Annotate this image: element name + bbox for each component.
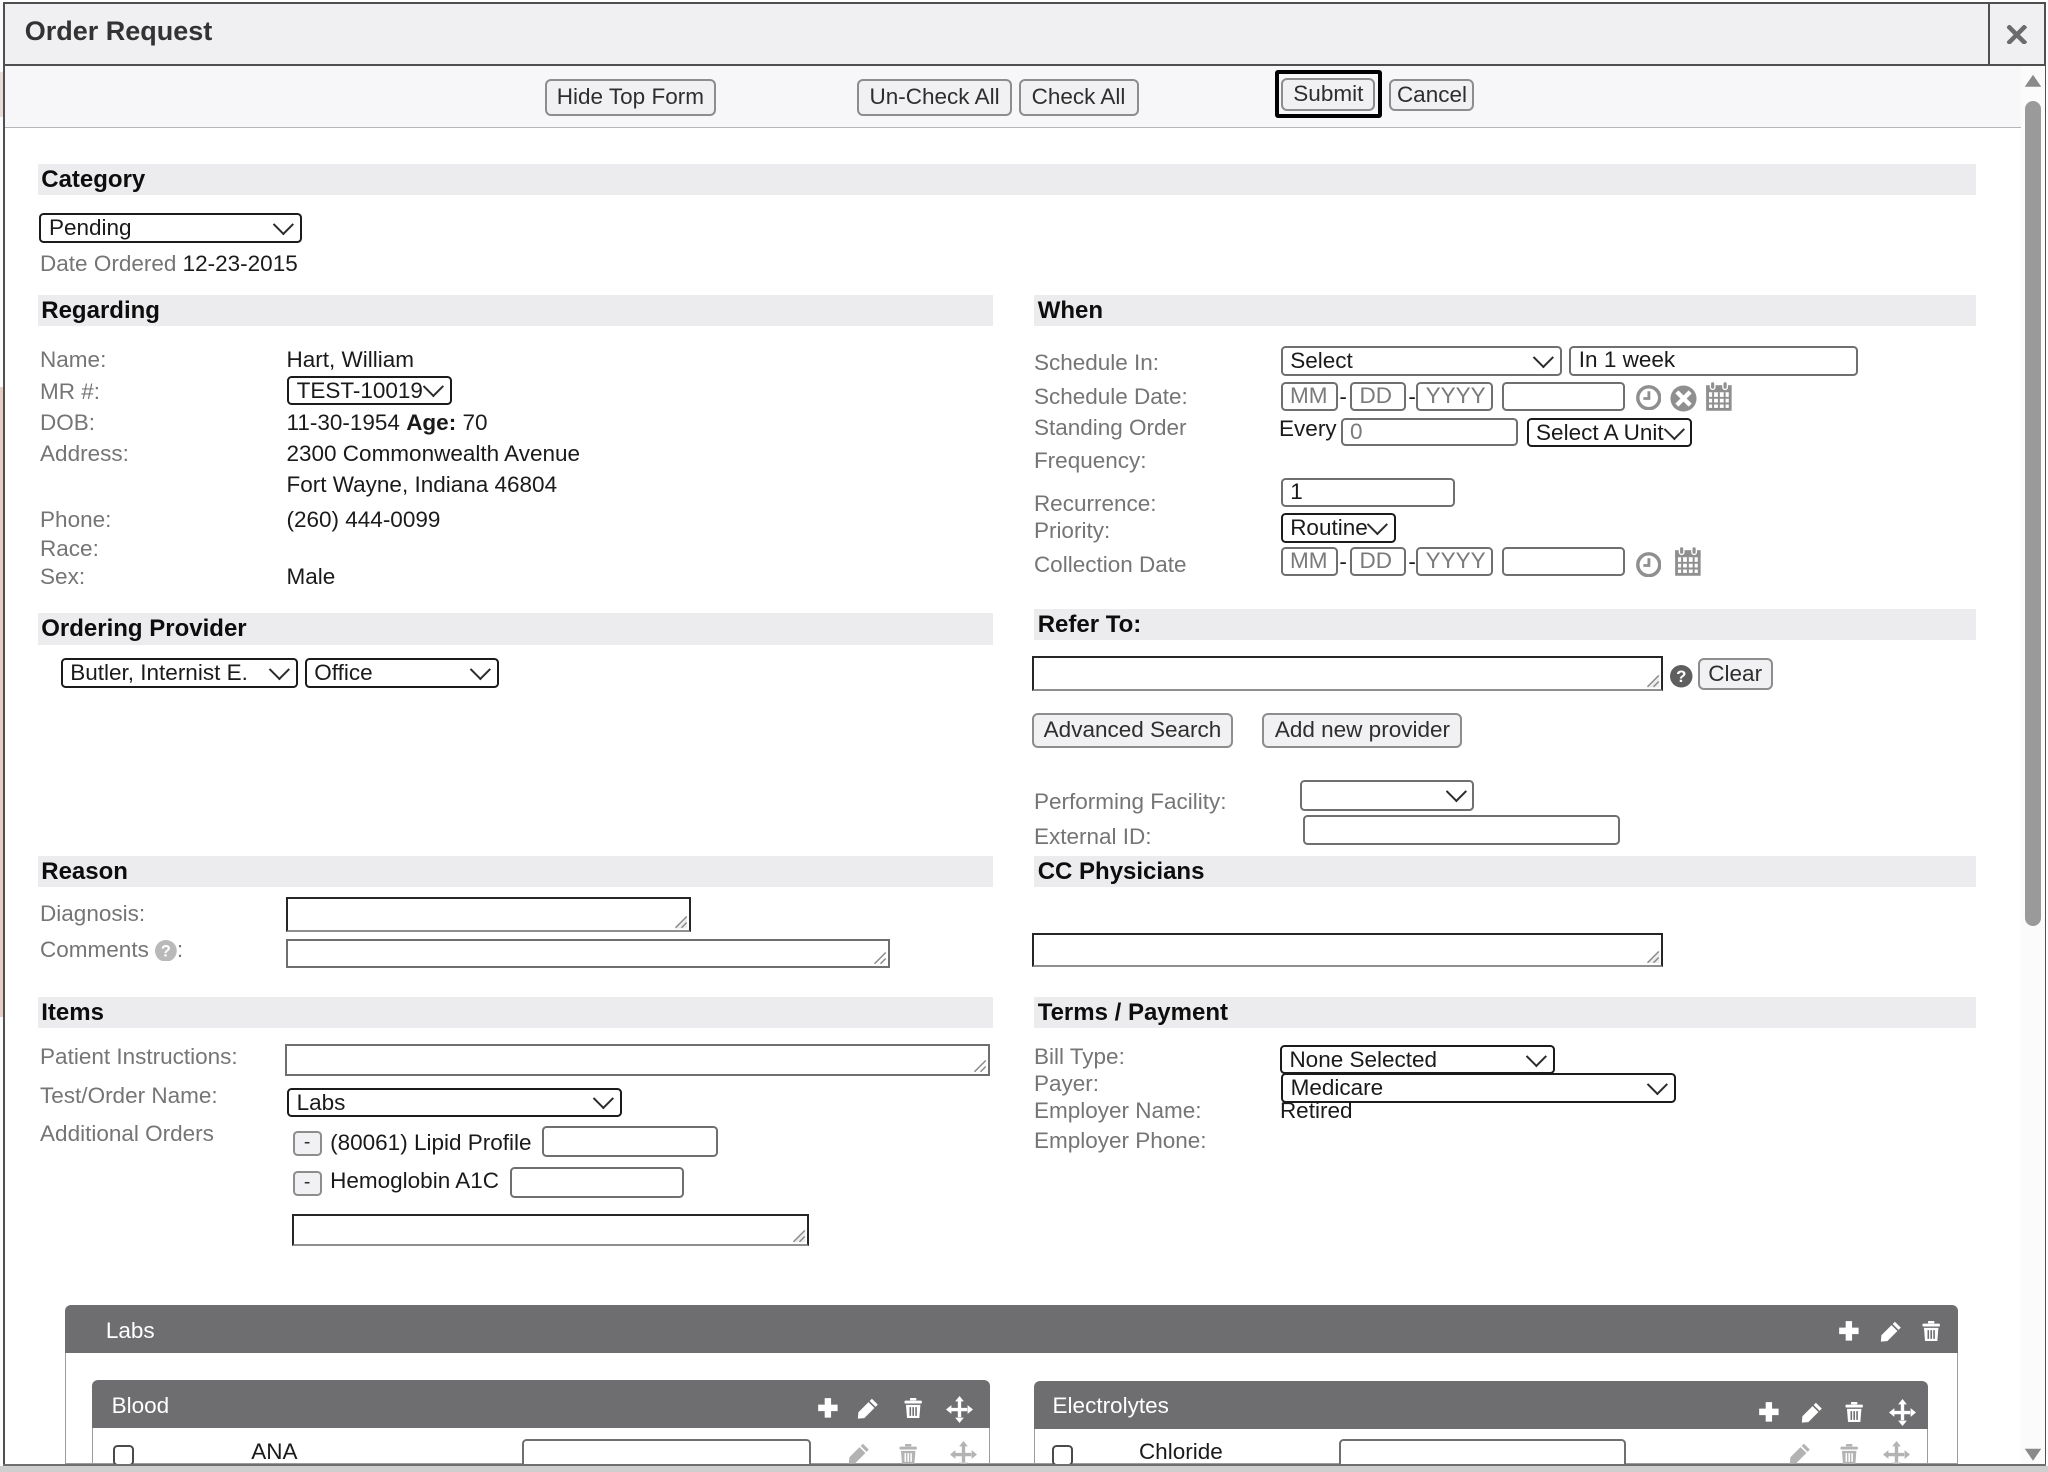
svg-text:?: ? (161, 942, 171, 960)
svg-text:?: ? (1676, 667, 1686, 686)
